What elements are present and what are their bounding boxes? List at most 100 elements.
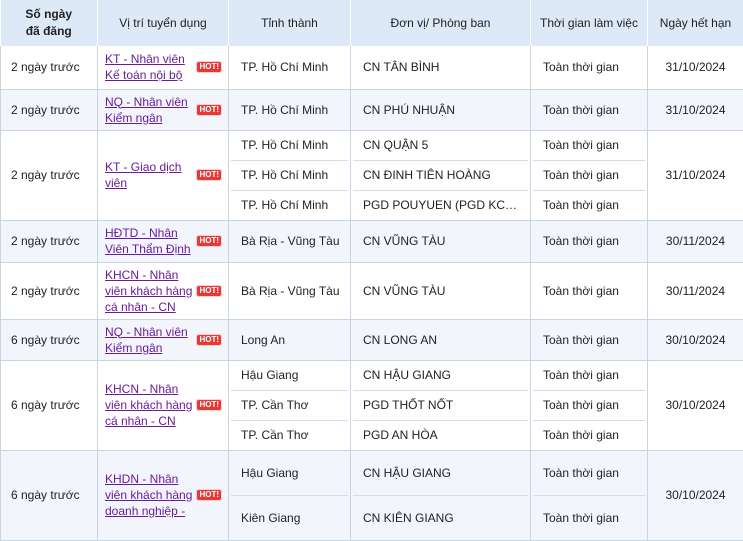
position-wrapper: KHCN - Nhân viên khách hàng cá nhân - CN… — [105, 381, 226, 429]
job-title-link[interactable]: KHCN - Nhân viên khách hàng cá nhân - CN — [105, 267, 195, 315]
days-posted-cell: 6 ngày trước — [1, 450, 98, 540]
unit-cell: CN VŨNG TÀU — [353, 263, 528, 319]
job-title-link[interactable]: NQ - Nhân viên Kiểm ngân — [105, 324, 195, 356]
job-title-link[interactable]: KHCN - Nhân viên khách hàng cá nhân - CN — [105, 381, 195, 429]
deadline-cell: 31/10/2024 — [648, 130, 743, 220]
job-title-link[interactable]: HĐTD - Nhân Viên Thẩm Định — [105, 225, 195, 257]
hot-badge: HOT! — [196, 334, 222, 346]
city-cell-group: Hậu GiangTP. Cần ThơTP. Cần Thơ — [229, 360, 351, 450]
deadline-cell: 31/10/2024 — [648, 46, 743, 89]
deadline-cell: 30/11/2024 — [648, 220, 743, 262]
city-cell: TP. Hồ Chí Minh — [231, 161, 348, 191]
hot-badge: HOT! — [196, 104, 222, 116]
work-time-cell: Toàn thời gian — [533, 320, 645, 360]
table-row: 2 ngày trướcKT - Giao dịch viênHOT!TP. H… — [1, 130, 743, 220]
days-posted-cell: 2 ngày trước — [1, 46, 98, 89]
days-posted-cell: 2 ngày trước — [1, 220, 98, 262]
header-position-label: Vị trí tuyển dụng — [119, 16, 206, 30]
city-cell: TP. Hồ Chí Minh — [231, 46, 348, 88]
unit-cell: PGD THỐT NỐT — [353, 391, 528, 421]
table-row: 2 ngày trướcHĐTD - Nhân Viên Thẩm ĐịnhHO… — [1, 220, 743, 262]
table-row: 6 ngày trướcKHDN - Nhân viên khách hàng … — [1, 450, 743, 540]
days-posted-cell: 6 ngày trước — [1, 319, 98, 360]
work-time-cell: Toàn thời gian — [533, 221, 645, 262]
city-cell-group: TP. Hồ Chí Minh — [229, 89, 351, 130]
unit-cell: CN LONG AN — [353, 320, 528, 360]
city-cell-group: TP. Hồ Chí MinhTP. Hồ Chí MinhTP. Hồ Chí… — [229, 130, 351, 220]
work-time-cell-group: Toàn thời gian — [531, 220, 648, 262]
days-posted-cell: 2 ngày trước — [1, 262, 98, 319]
work-time-cell-group: Toàn thời gian — [531, 46, 648, 89]
job-title-link[interactable]: NQ - Nhân viên Kiểm ngân — [105, 94, 195, 126]
unit-cell-group: CN VŨNG TÀU — [351, 220, 531, 262]
unit-cell: PGD POUYUEN (PGD KC… — [353, 191, 528, 220]
unit-cell-group: CN HẬU GIANGCN KIÊN GIANG — [351, 450, 531, 540]
position-cell: KHCN - Nhân viên khách hàng cá nhân - CN… — [98, 360, 229, 450]
work-time-cell-group: Toàn thời gianToàn thời gianToàn thời gi… — [531, 130, 648, 220]
days-posted-cell: 2 ngày trước — [1, 89, 98, 130]
unit-cell: CN QUẬN 5 — [353, 131, 528, 161]
work-time-cell-group: Toàn thời gian — [531, 319, 648, 360]
hot-badge: HOT! — [196, 285, 222, 297]
unit-cell: PGD AN HÒA — [353, 421, 528, 450]
hot-badge: HOT! — [196, 235, 222, 247]
work-time-cell: Toàn thời gian — [533, 90, 645, 130]
unit-cell-group: CN PHÚ NHUẬN — [351, 89, 531, 130]
position-cell: NQ - Nhân viên Kiểm ngânHOT! — [98, 319, 229, 360]
days-posted-cell: 6 ngày trước — [1, 360, 98, 450]
job-title-link[interactable]: KT - Giao dịch viên — [105, 159, 195, 191]
work-time-cell: Toàn thời gian — [533, 391, 645, 421]
city-cell: TP. Hồ Chí Minh — [231, 131, 348, 161]
table-row: 6 ngày trướcNQ - Nhân viên Kiểm ngânHOT!… — [1, 319, 743, 360]
unit-cell-group: CN QUẬN 5CN ĐINH TIÊN HOÀNGPGD POUYUEN (… — [351, 130, 531, 220]
unit-cell: CN HẬU GIANG — [353, 361, 528, 391]
city-cell-group: Hậu GiangKiên Giang — [229, 450, 351, 540]
city-cell: Long An — [231, 320, 348, 360]
city-cell: Hậu Giang — [231, 361, 348, 391]
position-wrapper: KHDN - Nhân viên khách hàng doanh nghiệp… — [105, 471, 226, 519]
city-cell: TP. Hồ Chí Minh — [231, 90, 348, 130]
hot-badge: HOT! — [196, 489, 222, 501]
work-time-cell: Toàn thời gian — [533, 361, 645, 391]
city-cell: Bà Rịa - Vũng Tàu — [231, 263, 348, 319]
city-cell-group: TP. Hồ Chí Minh — [229, 46, 351, 89]
table-header: Số ngày đã đăng Vị trí tuyển dụng Tỉnh t… — [1, 0, 743, 46]
city-cell: TP. Hồ Chí Minh — [231, 191, 348, 220]
position-cell: KT - Giao dịch viênHOT! — [98, 130, 229, 220]
header-days-posted[interactable]: Số ngày đã đăng — [1, 0, 98, 46]
city-cell-group: Bà Rịa - Vũng Tàu — [229, 220, 351, 262]
hot-badge: HOT! — [196, 61, 222, 73]
deadline-cell: 30/10/2024 — [648, 360, 743, 450]
city-cell-group: Long An — [229, 319, 351, 360]
work-time-cell: Toàn thời gian — [533, 191, 645, 220]
city-cell: Bà Rịa - Vũng Tàu — [231, 221, 348, 262]
header-work-time[interactable]: Thời gian làm việc — [531, 0, 648, 46]
days-posted-cell: 2 ngày trước — [1, 130, 98, 220]
unit-cell: CN KIÊN GIANG — [353, 496, 528, 540]
city-cell: Kiên Giang — [231, 496, 348, 540]
header-city[interactable]: Tỉnh thành — [229, 0, 351, 46]
work-time-cell: Toàn thời gian — [533, 161, 645, 191]
header-city-label: Tỉnh thành — [261, 16, 318, 30]
job-title-link[interactable]: KT - Nhân viên Kế toán nội bộ — [105, 51, 195, 83]
work-time-cell: Toàn thời gian — [533, 263, 645, 319]
job-title-link[interactable]: KHDN - Nhân viên khách hàng doanh nghiệp… — [105, 471, 195, 519]
header-work-time-label: Thời gian làm việc — [540, 16, 638, 30]
header-unit[interactable]: Đơn vị/ Phòng ban — [351, 0, 531, 46]
position-wrapper: KT - Giao dịch viênHOT! — [105, 159, 226, 191]
header-deadline[interactable]: Ngày hết hạn — [648, 0, 743, 46]
city-cell: Hậu Giang — [231, 451, 348, 496]
deadline-cell: 30/10/2024 — [648, 450, 743, 540]
position-cell: HĐTD - Nhân Viên Thẩm ĐịnhHOT! — [98, 220, 229, 262]
work-time-cell: Toàn thời gian — [533, 496, 645, 540]
header-position[interactable]: Vị trí tuyển dụng — [98, 0, 229, 46]
deadline-cell: 30/10/2024 — [648, 319, 743, 360]
position-wrapper: KHCN - Nhân viên khách hàng cá nhân - CN… — [105, 267, 226, 315]
position-cell: KHDN - Nhân viên khách hàng doanh nghiệp… — [98, 450, 229, 540]
city-cell-group: Bà Rịa - Vũng Tàu — [229, 262, 351, 319]
city-cell: TP. Cần Thơ — [231, 421, 348, 450]
table-row: 6 ngày trướcKHCN - Nhân viên khách hàng … — [1, 360, 743, 450]
hot-badge: HOT! — [196, 399, 222, 411]
work-time-cell-group: Toàn thời gianToàn thời gianToàn thời gi… — [531, 360, 648, 450]
work-time-cell-group: Toàn thời gian — [531, 262, 648, 319]
